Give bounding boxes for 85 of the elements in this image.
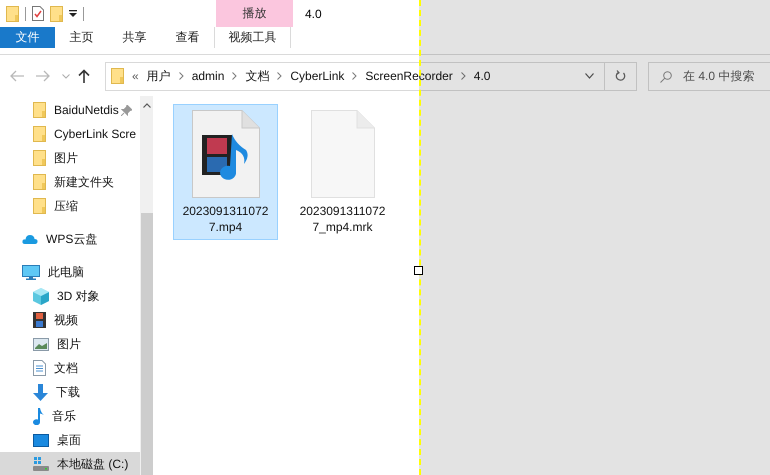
breadcrumb-chevron-icon[interactable] — [352, 72, 358, 80]
breadcrumb-item[interactable]: CyberLink — [290, 69, 344, 83]
scrollbar-thumb[interactable] — [141, 213, 153, 475]
file-item[interactable]: 20230913110727.mp4 — [173, 104, 278, 240]
scroll-up-icon[interactable] — [142, 102, 150, 108]
search-icon — [660, 70, 672, 82]
properties-checklist-icon[interactable] — [32, 6, 44, 21]
nav-item-label: BaiduNetdis — [54, 103, 119, 117]
search-field[interactable]: 在 4.0 中搜索 — [648, 62, 770, 90]
nav-item[interactable]: 图片 — [0, 146, 140, 170]
file-item[interactable]: 20230913110727_mp4.mrk — [290, 104, 395, 240]
breadcrumb-chevron-icon[interactable] — [460, 72, 466, 80]
computer-icon — [22, 264, 40, 280]
ribbon-tab[interactable]: 视频工具 — [214, 27, 291, 48]
blank-file-icon — [310, 110, 374, 198]
breadcrumb-chevron-icon[interactable] — [178, 72, 184, 80]
cube-icon — [33, 288, 49, 304]
up-arrow-icon[interactable] — [78, 69, 90, 83]
file-name: 20230913110727.mp4 — [182, 203, 270, 235]
nav-item[interactable]: 下载 — [0, 380, 140, 404]
resize-handle[interactable] — [414, 266, 423, 275]
nav-item-label: 3D 对象 — [57, 288, 100, 304]
breadcrumb-item[interactable]: 4.0 — [474, 69, 490, 83]
breadcrumb-chevron-icon[interactable] — [232, 72, 238, 80]
folder-icon — [33, 198, 46, 214]
film-icon — [33, 312, 46, 328]
nav-item[interactable]: 视频 — [0, 308, 140, 332]
nav-item-label: 图片 — [54, 150, 78, 166]
ribbon-tab[interactable]: 共享 — [108, 27, 161, 48]
ribbon-tab[interactable]: 查看 — [161, 27, 214, 48]
nav-item[interactable]: 图片 — [0, 332, 140, 356]
nav-item-label: WPS云盘 — [46, 230, 98, 248]
nav-item-label: 新建文件夹 — [54, 174, 114, 190]
breadcrumb-item[interactable]: ScreenRecorder — [365, 69, 453, 83]
drive-icon — [33, 457, 49, 471]
breadcrumb-item[interactable]: 用户 — [146, 68, 171, 84]
window-title: 4.0 — [304, 6, 322, 20]
download-arrow-icon — [33, 384, 48, 400]
nav-item-label: 图片 — [57, 336, 81, 352]
nav-item[interactable]: 新建文件夹 — [0, 170, 140, 194]
nav-item-label: 此电脑 — [48, 264, 84, 280]
context-group-label: 播放 — [216, 0, 293, 27]
nav-item[interactable]: 桌面 — [0, 428, 140, 452]
folder-icon — [33, 174, 46, 190]
nav-item[interactable]: 3D 对象 — [0, 284, 140, 308]
folder-icon — [33, 126, 46, 142]
nav-item[interactable]: 压缩 — [0, 194, 140, 218]
overflow-chevrons[interactable]: « — [132, 69, 139, 83]
nav-item-label: 视频 — [54, 312, 78, 328]
picture-icon — [33, 338, 49, 350]
nav-item[interactable]: 本地磁盘 (C:) — [0, 452, 140, 475]
folder-icon — [33, 102, 46, 118]
nav-item[interactable]: WPS云盘 — [0, 227, 140, 251]
refresh-icon — [615, 70, 626, 82]
nav-item-label: 本地磁盘 (C:) — [57, 456, 128, 472]
folder-icon — [111, 68, 124, 84]
nav-item-label: 桌面 — [57, 432, 81, 448]
nav-item-label: 压缩 — [54, 198, 78, 214]
refresh-button[interactable] — [605, 62, 637, 90]
breadcrumb-item[interactable]: admin — [192, 69, 224, 83]
nav-item[interactable]: 此电脑 — [0, 260, 140, 284]
nav-item-label: 下载 — [56, 384, 80, 400]
nav-item[interactable]: 文档 — [0, 356, 140, 380]
nav-item-label: CyberLink Scre — [54, 127, 136, 141]
nav-item-label: 文档 — [54, 360, 78, 376]
address-dropdown-chevron-icon[interactable] — [585, 73, 594, 79]
nav-item[interactable]: BaiduNetdis — [0, 98, 140, 122]
desktop-icon — [33, 434, 49, 446]
nav-item-label: 音乐 — [52, 408, 76, 424]
file-menu-tab[interactable]: 文件 — [0, 27, 55, 48]
breadcrumb-chevron-icon[interactable] — [277, 72, 282, 80]
address-bar[interactable]: « 用户 admin 文档 CyberLink ScreenRecorder 4.0 — [105, 62, 605, 90]
document-icon — [33, 360, 46, 376]
breadcrumb-item[interactable]: 文档 — [245, 68, 270, 84]
folder-icon — [33, 150, 46, 166]
music-note-icon — [33, 408, 44, 424]
ribbon-tab[interactable]: 主页 — [55, 27, 108, 48]
scrollbar[interactable] — [140, 96, 153, 475]
cloud-icon — [22, 234, 38, 244]
nav-item[interactable]: CyberLink Scre — [0, 122, 140, 146]
customize-dropdown-icon[interactable] — [69, 10, 77, 18]
recent-locations-chevron-icon[interactable] — [62, 74, 70, 78]
nav-item[interactable]: 音乐 — [0, 404, 140, 428]
file-name: 20230913110727_mp4.mrk — [298, 203, 386, 235]
video-file-icon — [192, 110, 260, 198]
